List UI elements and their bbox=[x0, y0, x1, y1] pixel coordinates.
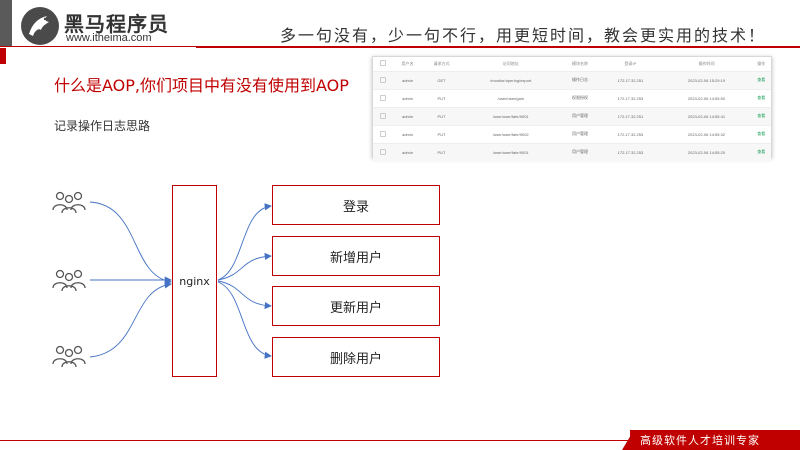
login-box: 登录 bbox=[272, 185, 440, 225]
delete-user-box: 删除用户 bbox=[272, 337, 440, 377]
users-icon bbox=[52, 269, 86, 292]
users-icon bbox=[52, 345, 86, 368]
box-label: 登录 bbox=[342, 199, 369, 215]
nginx-box: nginx bbox=[172, 185, 217, 377]
users-icon bbox=[52, 191, 86, 214]
arrow-user3-to-nginx bbox=[89, 281, 172, 358]
box-label: 新增用户 bbox=[329, 250, 382, 266]
arrow-nginx-to-add bbox=[217, 252, 272, 281]
arrow-nginx-to-update bbox=[217, 280, 272, 310]
arrow-nginx-to-delete bbox=[217, 281, 272, 359]
footer-tagline: 高级软件人才培训专家 bbox=[640, 434, 760, 447]
update-user-box: 更新用户 bbox=[272, 286, 440, 326]
footer-divider bbox=[0, 440, 630, 441]
flow-arrows bbox=[89, 201, 272, 359]
box-label: 更新用户 bbox=[329, 300, 382, 316]
arrow-nginx-to-login bbox=[217, 203, 272, 281]
box-label: 删除用户 bbox=[329, 351, 382, 367]
arrow-user1-to-nginx bbox=[89, 201, 172, 285]
nginx-label: nginx bbox=[179, 274, 210, 288]
add-user-box: 新增用户 bbox=[272, 236, 440, 276]
